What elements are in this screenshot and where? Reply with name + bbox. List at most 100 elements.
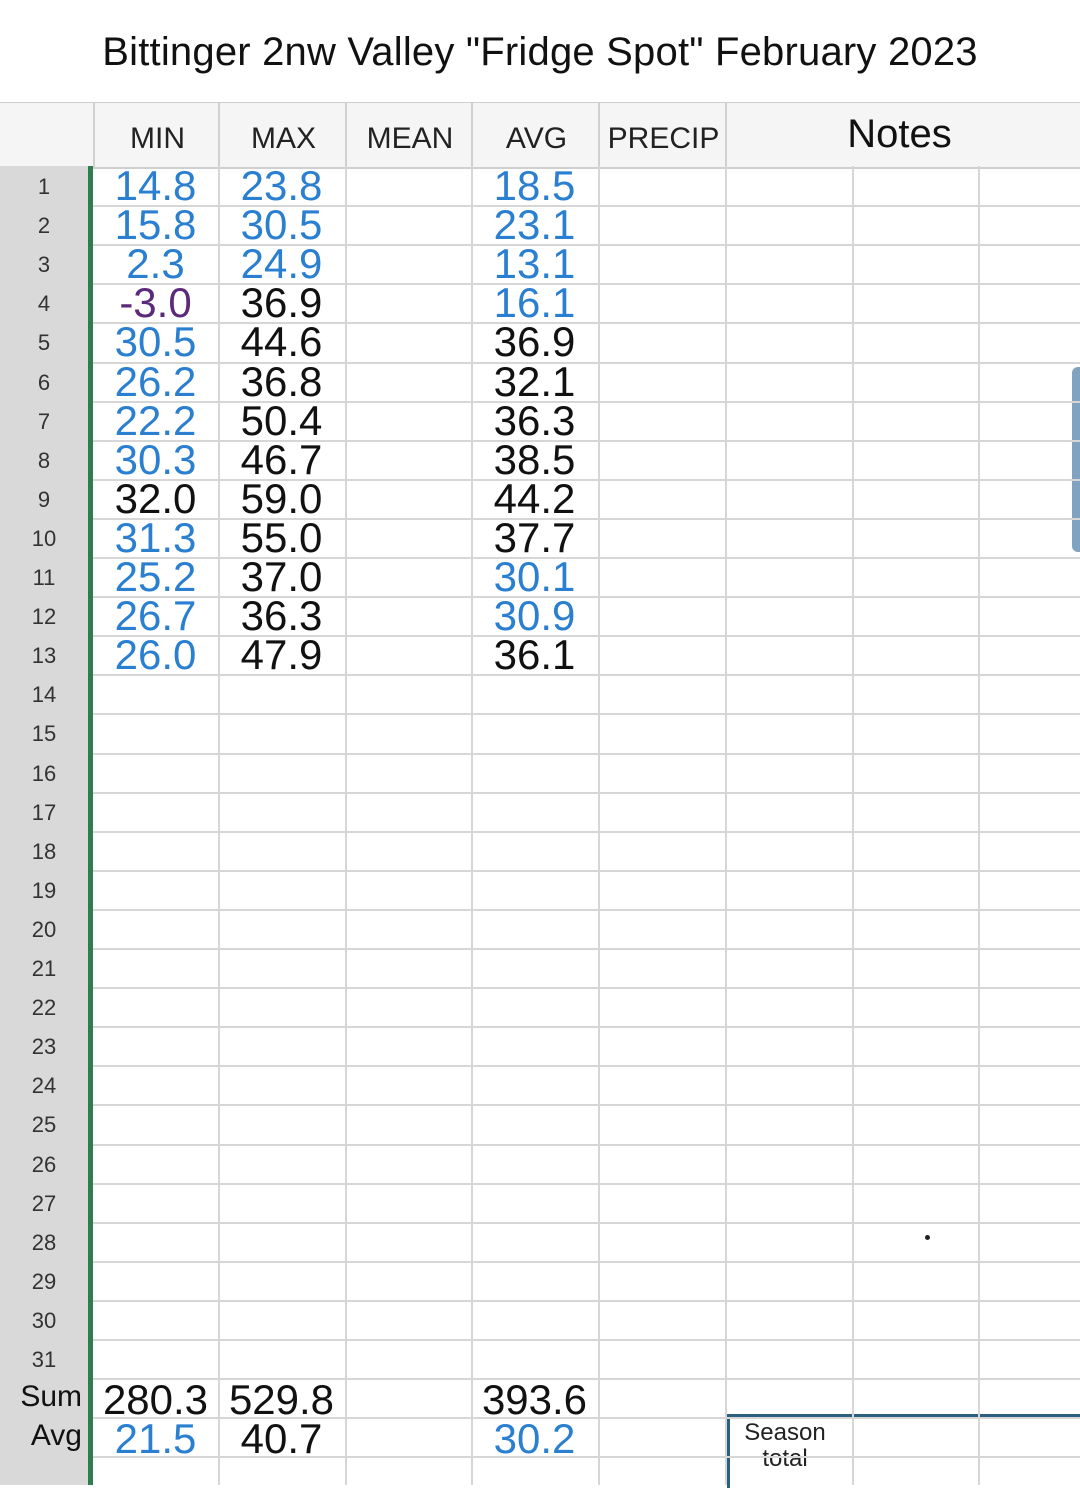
avg-cell[interactable]: 30.9 [471, 595, 598, 637]
row-number[interactable]: 8 [0, 448, 88, 474]
sum-max-cell[interactable]: 529.8 [218, 1379, 345, 1421]
min-cell[interactable]: 22.2 [93, 399, 218, 441]
min-cell[interactable]: 31.3 [93, 516, 218, 558]
row-number[interactable]: 23 [0, 1034, 88, 1060]
avg-cell[interactable]: 30.1 [471, 556, 598, 598]
max-cell[interactable]: 37.0 [218, 556, 345, 598]
max-cell[interactable]: 36.8 [218, 360, 345, 402]
row-number[interactable]: 30 [0, 1308, 88, 1334]
row-number[interactable]: 28 [0, 1230, 88, 1256]
row-number[interactable]: 16 [0, 761, 88, 787]
row-number[interactable]: 10 [0, 526, 88, 552]
max-cell[interactable]: 36.3 [218, 595, 345, 637]
min-cell[interactable]: 2.3 [93, 243, 218, 285]
grid-row-line [93, 752, 1080, 755]
max-cell[interactable]: 23.8 [218, 165, 345, 207]
avg-cell[interactable]: 16.1 [471, 282, 598, 324]
row-number[interactable]: 27 [0, 1191, 88, 1217]
sum-avg-cell[interactable]: 393.6 [471, 1379, 598, 1421]
grid-row-line [93, 713, 1080, 716]
average-max-cell[interactable]: 40.7 [218, 1418, 345, 1460]
avg-cell[interactable]: 36.3 [471, 399, 598, 441]
max-cell[interactable]: 36.9 [218, 282, 345, 324]
grid-column-line [852, 166, 854, 1485]
min-cell[interactable]: 25.2 [93, 556, 218, 598]
avg-cell[interactable]: 18.5 [471, 165, 598, 207]
row-number[interactable]: 4 [0, 291, 88, 317]
column-header-mean[interactable]: MEAN [345, 103, 473, 167]
row-number[interactable]: 20 [0, 917, 88, 943]
row-number[interactable]: 19 [0, 878, 88, 904]
avg-cell[interactable]: 37.7 [471, 516, 598, 558]
avg-cell[interactable]: 23.1 [471, 204, 598, 246]
avg-cell[interactable]: 32.1 [471, 360, 598, 402]
grid-row-line [93, 791, 1080, 794]
max-cell[interactable]: 55.0 [218, 516, 345, 558]
average-min-cell[interactable]: 21.5 [93, 1418, 218, 1460]
column-header-max[interactable]: MAX [218, 103, 347, 167]
row-number[interactable]: 18 [0, 839, 88, 865]
max-cell[interactable]: 47.9 [218, 634, 345, 676]
row-number[interactable]: 29 [0, 1269, 88, 1295]
min-cell[interactable]: 30.5 [93, 321, 218, 363]
min-cell[interactable]: 15.8 [93, 204, 218, 246]
row-number[interactable]: 11 [0, 565, 88, 591]
row-number[interactable]: 24 [0, 1073, 88, 1099]
avg-cell[interactable]: 13.1 [471, 243, 598, 285]
column-header-min[interactable]: MIN [93, 103, 220, 167]
scroll-handle[interactable] [1072, 367, 1080, 552]
min-cell[interactable]: 30.3 [93, 438, 218, 480]
average-avg-cell[interactable]: 30.2 [471, 1418, 598, 1460]
average-row-label: Avg [30, 1419, 82, 1453]
row-number[interactable]: 1 [0, 174, 88, 200]
column-header-notes[interactable]: Notes [725, 103, 1072, 167]
row-number[interactable]: 12 [0, 604, 88, 630]
grid-column-line [978, 166, 980, 1485]
avg-cell[interactable]: 44.2 [471, 477, 598, 519]
column-header-precip[interactable]: PRECIP [598, 103, 727, 167]
grid-column-line [725, 166, 727, 1485]
min-cell[interactable]: 26.2 [93, 360, 218, 402]
avg-cell[interactable]: 36.9 [471, 321, 598, 363]
spreadsheet: MIN MAX MEAN AVG PRECIP Notes Season tot… [0, 102, 1080, 1488]
grid-row-line [93, 830, 1080, 833]
grid-row-line [93, 987, 1080, 990]
min-cell[interactable]: 26.7 [93, 595, 218, 637]
min-cell[interactable]: 32.0 [93, 477, 218, 519]
row-number[interactable]: 5 [0, 330, 88, 356]
row-number[interactable]: 21 [0, 956, 88, 982]
max-cell[interactable]: 46.7 [218, 438, 345, 480]
column-header-avg[interactable]: AVG [471, 103, 600, 167]
avg-cell[interactable]: 36.1 [471, 634, 598, 676]
max-cell[interactable]: 59.0 [218, 477, 345, 519]
grid-row-line [93, 1182, 1080, 1185]
row-number[interactable]: 13 [0, 643, 88, 669]
row-number[interactable]: 2 [0, 213, 88, 239]
row-number[interactable]: 7 [0, 409, 88, 435]
min-cell[interactable]: 14.8 [93, 165, 218, 207]
row-number[interactable]: 22 [0, 995, 88, 1021]
row-number[interactable]: 31 [0, 1347, 88, 1373]
sum-min-cell[interactable]: 280.3 [93, 1379, 218, 1421]
min-cell[interactable]: 26.0 [93, 634, 218, 676]
row-number[interactable]: 3 [0, 252, 88, 278]
row-number[interactable]: 9 [0, 487, 88, 513]
max-cell[interactable]: 44.6 [218, 321, 345, 363]
row-number[interactable]: 14 [0, 682, 88, 708]
row-number[interactable]: 6 [0, 370, 88, 396]
max-cell[interactable]: 50.4 [218, 399, 345, 441]
max-cell[interactable]: 24.9 [218, 243, 345, 285]
grid-row-line [93, 1065, 1080, 1068]
max-cell[interactable]: 30.5 [218, 204, 345, 246]
grid-row-line [93, 1104, 1080, 1107]
grid-row-line [93, 1221, 1080, 1224]
grid-row-line [93, 1143, 1080, 1146]
avg-cell[interactable]: 38.5 [471, 438, 598, 480]
stray-dot [925, 1235, 930, 1240]
column-header-row: MIN MAX MEAN AVG PRECIP Notes [0, 102, 1080, 169]
row-number[interactable]: 26 [0, 1152, 88, 1178]
row-number[interactable]: 17 [0, 800, 88, 826]
row-number[interactable]: 15 [0, 721, 88, 747]
row-number[interactable]: 25 [0, 1112, 88, 1138]
min-cell[interactable]: -3.0 [93, 282, 218, 324]
